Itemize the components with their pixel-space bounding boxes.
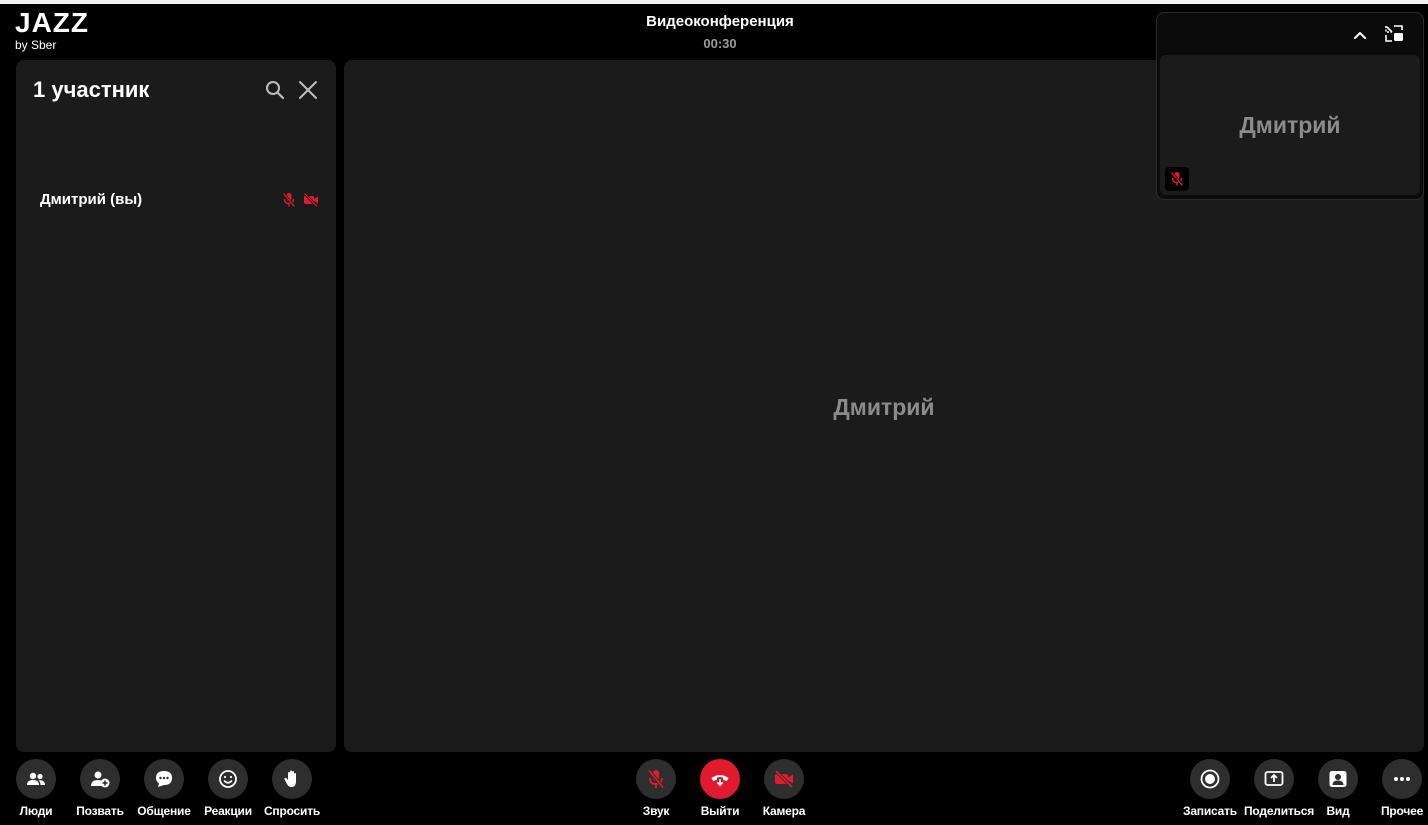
reactions-button[interactable]: Реакции xyxy=(198,759,258,818)
more-label: Прочее xyxy=(1380,804,1424,818)
camera-off-icon xyxy=(303,192,319,208)
smile-icon xyxy=(208,759,248,799)
logo-brand: JAZZ xyxy=(15,7,89,38)
mic-off-icon xyxy=(1165,167,1189,191)
camera-button[interactable]: Камера xyxy=(754,759,814,818)
swap-view-icon[interactable] xyxy=(1383,23,1405,45)
chat-label: Общение xyxy=(137,804,191,818)
chat-button[interactable]: Общение xyxy=(134,759,194,818)
record-button[interactable]: Записать xyxy=(1180,759,1240,818)
sound-label: Звук xyxy=(642,804,670,818)
reactions-label: Реакции xyxy=(204,804,252,818)
record-label: Записать xyxy=(1183,804,1237,818)
logo-subtitle: by Sber xyxy=(15,38,57,52)
app-logo: JAZZ by Sber xyxy=(15,7,89,53)
raise-hand-label: Спросить xyxy=(263,804,321,818)
people-button[interactable]: Люди xyxy=(6,759,66,818)
participant-row[interactable]: Дмитрий (вы) xyxy=(40,190,318,212)
chevron-up-icon[interactable] xyxy=(1350,25,1370,45)
more-icon xyxy=(1382,759,1422,799)
view-label: Вид xyxy=(1326,804,1350,818)
share-screen-icon xyxy=(1254,759,1294,799)
hang-up-icon xyxy=(700,759,740,799)
stage-participant-name: Дмитрий xyxy=(833,394,935,420)
people-icon xyxy=(16,759,56,799)
leave-button[interactable]: Выйти xyxy=(690,759,750,818)
raise-hand-icon xyxy=(272,759,312,799)
people-label: Люди xyxy=(19,804,53,818)
meeting-title: Видеоконференция xyxy=(646,13,794,30)
raise-hand-button[interactable]: Спросить xyxy=(262,759,322,818)
participant-name: Дмитрий (вы) xyxy=(40,191,143,208)
mic-off-icon xyxy=(636,759,676,799)
record-icon xyxy=(1190,759,1230,799)
meeting-header: Видеоконференция 00:30 xyxy=(620,13,820,52)
leave-label: Выйти xyxy=(700,804,740,818)
participants-count-title: 1 участник xyxy=(33,77,150,102)
share-button[interactable]: Поделиться xyxy=(1244,759,1315,818)
meeting-window: JAZZ by Sber Видеоконференция 00:30 1 уч… xyxy=(0,0,1428,825)
meeting-timer: 00:30 xyxy=(703,36,737,51)
more-button[interactable]: Прочее xyxy=(1372,759,1428,818)
invite-label: Позвать xyxy=(76,804,124,818)
self-participant-name: Дмитрий xyxy=(1239,112,1341,138)
self-view: Дмитрий xyxy=(1156,12,1424,200)
camera-off-icon xyxy=(764,759,804,799)
self-video-tile[interactable]: Дмитрий xyxy=(1160,55,1420,195)
share-label: Поделиться xyxy=(1244,804,1315,818)
sound-button[interactable]: Звук xyxy=(626,759,686,818)
mic-off-icon xyxy=(282,192,296,208)
add-person-icon xyxy=(80,759,120,799)
top-border xyxy=(0,0,1428,4)
view-button[interactable]: Вид xyxy=(1308,759,1368,818)
invite-button[interactable]: Позвать xyxy=(70,759,130,818)
participants-panel: 1 участник Дмитрий (вы) xyxy=(16,60,336,752)
chat-icon xyxy=(144,759,184,799)
close-icon[interactable] xyxy=(298,80,318,100)
view-icon xyxy=(1318,759,1358,799)
camera-label: Камера xyxy=(762,804,806,818)
search-icon[interactable] xyxy=(265,80,285,100)
